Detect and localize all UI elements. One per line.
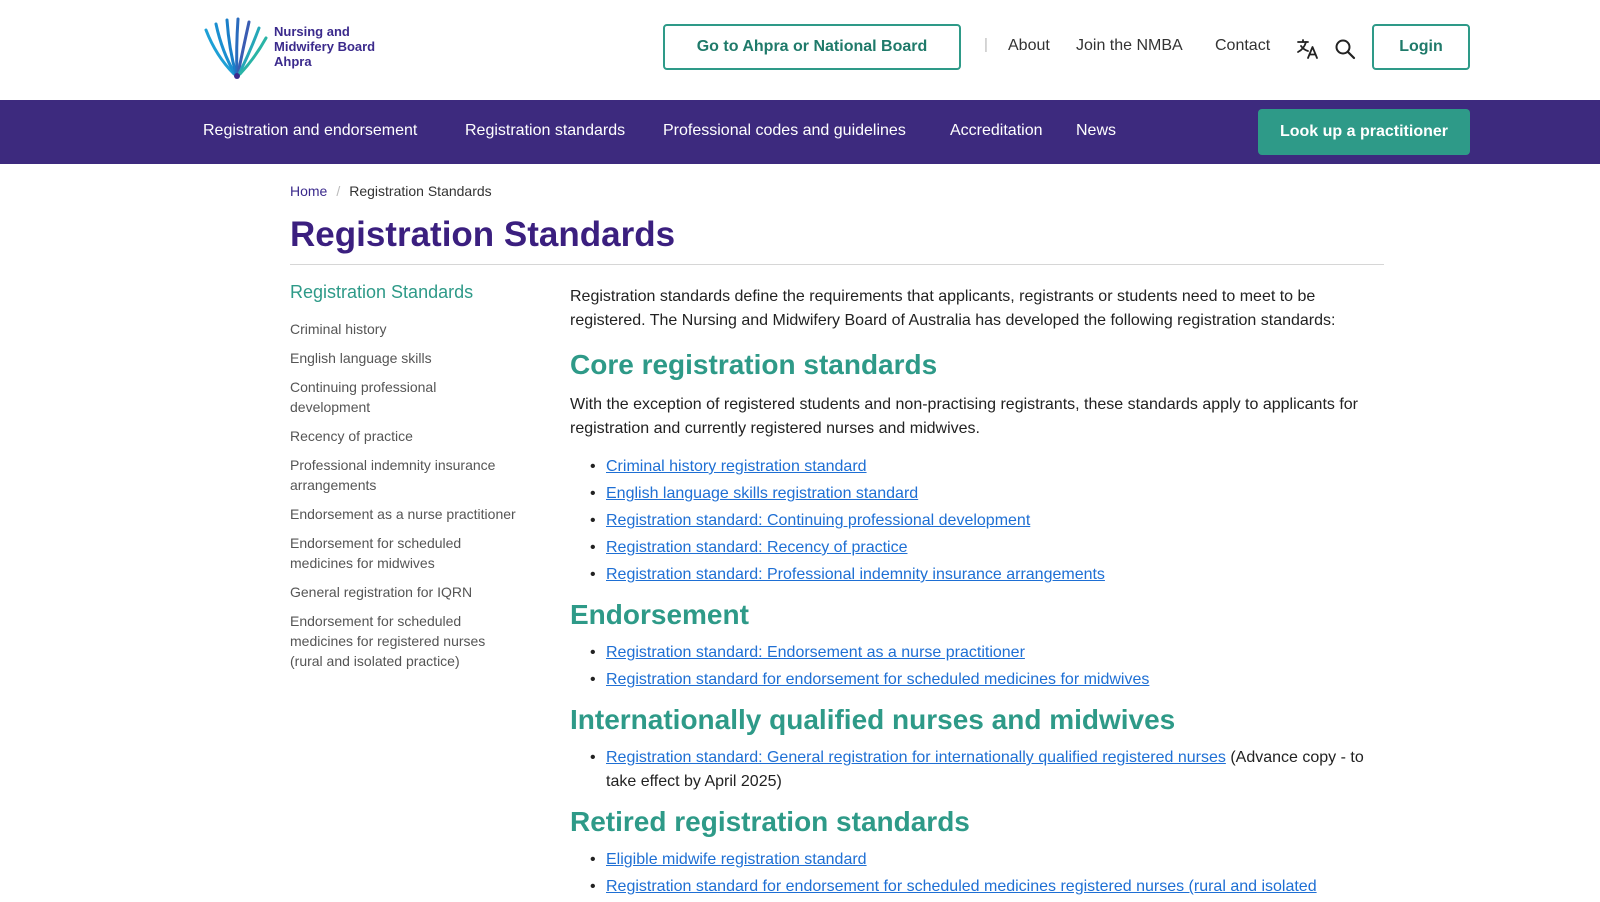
intro-text: Registration standards define the requir… — [570, 288, 1336, 329]
sidebar-item-midwife-medicines[interactable]: Endorsement for scheduled medicines for … — [290, 533, 520, 573]
core-standards-list: Criminal history registration standard E… — [570, 455, 1380, 587]
logo-line-3: Ahpra — [274, 54, 312, 69]
endorsement-list: Registration standard: Endorsement as a … — [570, 641, 1380, 692]
breadcrumb-current: Registration Standards — [349, 183, 492, 199]
sidebar-heading[interactable]: Registration Standards — [290, 282, 520, 303]
breadcrumb-separator: / — [336, 183, 341, 199]
search-icon[interactable] — [1334, 38, 1356, 60]
go-to-ahpra-button[interactable]: Go to Ahpra or National Board — [663, 24, 961, 70]
list-item: Eligible midwife registration standard — [590, 848, 1380, 872]
contact-link[interactable]: Contact — [1215, 37, 1270, 55]
sidebar-item-criminal-history[interactable]: Criminal history — [290, 319, 520, 339]
iq-list: Registration standard: General registrat… — [570, 746, 1380, 794]
list-item: Registration standard: General registrat… — [590, 746, 1380, 794]
cpd-link[interactable]: Registration standard: Continuing profes… — [606, 512, 1030, 529]
logo-line-2: Midwifery Board — [274, 39, 376, 54]
nav-registration-standards[interactable]: Registration standards — [465, 122, 625, 140]
core-standards-text: With the exception of registered student… — [570, 396, 1358, 437]
logo-text: Nursing and Midwifery Board Ahpra — [274, 24, 375, 69]
sidebar-item-rn-medicines[interactable]: Endorsement for scheduled medicines for … — [290, 611, 520, 671]
core-standards-heading: Core registration standards — [570, 349, 938, 380]
sidebar-item-cpd[interactable]: Continuing professional development — [290, 377, 520, 417]
list-item: English language skills registration sta… — [590, 482, 1380, 506]
eligible-midwife-link[interactable]: Eligible midwife registration standard — [606, 851, 867, 868]
retired-heading: Retired registration standards — [570, 806, 970, 837]
nmba-logo[interactable]: Nursing and Midwifery Board Ahpra — [202, 16, 392, 80]
sidebar-item-english-language[interactable]: English language skills — [290, 348, 520, 368]
endorsement-heading: Endorsement — [570, 599, 749, 630]
recency-link[interactable]: Registration standard: Recency of practi… — [606, 539, 907, 556]
list-item: Criminal history registration standard — [590, 455, 1380, 479]
translate-icon[interactable] — [1296, 38, 1320, 60]
title-divider — [290, 264, 1384, 265]
sidebar-item-nurse-practitioner[interactable]: Endorsement as a nurse practitioner — [290, 504, 520, 524]
list-item: Registration standard: Endorsement as a … — [590, 641, 1380, 665]
english-language-link[interactable]: English language skills registration sta… — [606, 485, 918, 502]
sidebar-item-indemnity[interactable]: Professional indemnity insurance arrange… — [290, 455, 520, 495]
nurse-practitioner-link[interactable]: Registration standard: Endorsement as a … — [606, 644, 1025, 661]
sidebar: Registration Standards Criminal history … — [290, 282, 520, 680]
rn-medicines-retired-link[interactable]: Registration standard for endorsement fo… — [606, 878, 1317, 895]
list-item: Registration standard: Recency of practi… — [590, 536, 1380, 560]
list-item: Registration standard for endorsement fo… — [590, 875, 1380, 899]
top-header: Nursing and Midwifery Board Ahpra Go to … — [0, 0, 1600, 100]
criminal-history-link[interactable]: Criminal history registration standard — [606, 458, 867, 475]
join-nmba-link[interactable]: Join the NMBA — [1076, 37, 1183, 55]
indemnity-link[interactable]: Registration standard: Professional inde… — [606, 566, 1105, 583]
iq-heading: Internationally qualified nurses and mid… — [570, 704, 1176, 735]
nav-news[interactable]: News — [1076, 122, 1116, 140]
nav-registration-endorsement[interactable]: Registration and endorsement — [203, 122, 417, 140]
sidebar-list: Criminal history English language skills… — [290, 319, 520, 671]
nav-professional-codes[interactable]: Professional codes and guidelines — [663, 122, 906, 140]
logo-line-1: Nursing and — [274, 24, 350, 39]
list-item: Registration standard: Professional inde… — [590, 563, 1380, 587]
page-title: Registration Standards — [290, 215, 676, 254]
main-nav: Registration and endorsement Registratio… — [0, 100, 1600, 164]
breadcrumb-home[interactable]: Home — [290, 183, 327, 199]
sidebar-item-iqrn[interactable]: General registration for IQRN — [290, 582, 520, 602]
main-content: Registration standards define the requir… — [570, 285, 1380, 902]
sidebar-item-recency[interactable]: Recency of practice — [290, 426, 520, 446]
logo-fan-icon — [204, 17, 268, 79]
iq-general-registration-link[interactable]: Registration standard: General registrat… — [606, 749, 1226, 766]
list-item: Registration standard for endorsement fo… — [590, 668, 1380, 692]
about-link[interactable]: About — [1008, 37, 1050, 55]
midwife-medicines-link[interactable]: Registration standard for endorsement fo… — [606, 671, 1149, 688]
retired-list: Eligible midwife registration standard R… — [570, 848, 1380, 899]
list-item: Registration standard: Continuing profes… — [590, 509, 1380, 533]
header-separator: | — [984, 36, 988, 53]
breadcrumb: Home / Registration Standards — [290, 183, 492, 199]
look-up-practitioner-button[interactable]: Look up a practitioner — [1258, 109, 1470, 155]
login-button[interactable]: Login — [1372, 24, 1470, 70]
nav-accreditation[interactable]: Accreditation — [950, 122, 1043, 140]
